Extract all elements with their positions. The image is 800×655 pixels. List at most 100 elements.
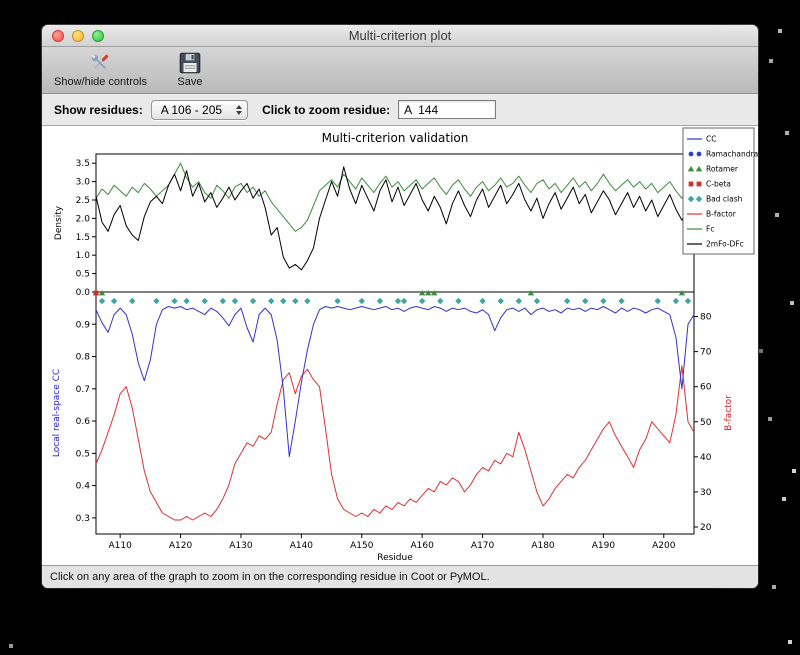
bad-clash-marker	[231, 297, 239, 305]
bad-clash-marker	[358, 297, 365, 305]
plot-title: Multi-criterion validation	[322, 131, 469, 145]
minimize-button[interactable]	[72, 30, 84, 42]
bad-clash-marker	[684, 297, 692, 305]
legend-label: Ramachandran	[706, 150, 758, 159]
rotamer-marker	[678, 289, 686, 296]
zoom-window-button[interactable]	[92, 30, 104, 42]
traffic-lights	[52, 30, 104, 42]
bad-clash-marker	[304, 297, 311, 305]
y-tick-label: 1.0	[76, 251, 91, 261]
y-tick-label: 60	[700, 383, 712, 393]
legend-label: CC	[706, 135, 716, 144]
density-axis-label: Density	[54, 205, 64, 240]
y-tick-label: 0.4	[76, 482, 91, 492]
bad-clash-marker	[497, 297, 504, 305]
bad-clash-marker	[582, 297, 589, 305]
legend-box	[682, 127, 755, 255]
b-factor-line	[95, 365, 695, 521]
bad-clash-marker	[376, 297, 384, 305]
bad-clash-marker	[600, 297, 607, 305]
x-tick-label: A140	[290, 541, 314, 551]
status-bar: Click on any area of the graph to zoom i…	[42, 565, 758, 588]
close-button[interactable]	[52, 30, 64, 42]
x-tick-label: A190	[592, 541, 616, 551]
y-tick-label: 3.0	[76, 178, 91, 188]
c-beta-marker	[93, 290, 99, 296]
bad-clash-marker	[219, 297, 227, 305]
bad-clash-marker	[563, 297, 571, 305]
legend-glyph-Ramachandran	[688, 151, 694, 157]
legend-label: Bad clash	[706, 195, 743, 204]
rotamer-marker	[98, 289, 106, 296]
bad-clash-marker	[280, 297, 287, 305]
app-window: Multi-criterion plot Show/hide controls	[42, 25, 758, 588]
y-tick-label: 30	[700, 488, 712, 498]
controls-row: Show residues: A 106 - 205 Click to zoom…	[42, 94, 758, 126]
legend-label: C-beta	[706, 180, 731, 189]
show-residues-label: Show residues:	[54, 102, 143, 117]
zoom-residue-label: Click to zoom residue:	[262, 102, 391, 117]
bad-clash-marker	[618, 297, 625, 305]
legend-label: 2mFo-DFc	[706, 240, 744, 249]
y-tick-label: 0.3	[76, 514, 90, 524]
y-tick-label: 0.6	[76, 417, 91, 427]
rotamer-marker	[418, 289, 426, 296]
titlebar: Multi-criterion plot	[42, 25, 758, 47]
bad-clash-marker	[515, 297, 523, 305]
bad-clash-marker	[400, 297, 408, 305]
x-tick-label: A170	[471, 541, 495, 551]
x-tick-label: A180	[531, 541, 555, 551]
y-tick-label: 3.5	[76, 159, 90, 169]
legend-glyph-C-beta	[688, 181, 694, 187]
residue-range-value: A 106 - 205	[160, 102, 223, 117]
legend-glyph-C-beta	[696, 181, 702, 187]
x-axis-label: Residue	[377, 553, 413, 563]
y-tick-label: 0.5	[76, 270, 90, 280]
y-tick-label: 0.8	[76, 353, 91, 363]
multi-criterion-plot[interactable]: Multi-criterion validation 0.0 0.5 1.0 1.5 2.…	[42, 126, 758, 565]
y-tick-label: 20	[700, 523, 712, 533]
rotamer-marker	[431, 289, 438, 296]
bad-clash-marker	[418, 297, 426, 305]
show-hide-controls-button[interactable]: Show/hide controls	[50, 49, 151, 89]
y-tick-label: 0.5	[76, 449, 90, 459]
two-mfo-dfc-line	[95, 166, 695, 271]
bad-clash-marker	[533, 297, 541, 305]
bad-clash-marker	[267, 297, 275, 305]
toolbar: Show/hide controls Save	[42, 47, 758, 94]
y-tick-label: 40	[700, 453, 712, 463]
status-text: Click on any area of the graph to zoom i…	[50, 571, 490, 583]
zoom-residue-input[interactable]	[398, 100, 497, 119]
x-tick-label: A120	[169, 541, 193, 551]
residue-range-dropdown[interactable]: A 106 - 205	[150, 99, 249, 120]
y-tick-label: 80	[700, 313, 712, 323]
rotamer-marker	[425, 289, 432, 296]
desktop-background: Multi-criterion plot Show/hide controls	[0, 0, 800, 655]
screen-noise	[0, 0, 2, 2]
y-tick-label: 50	[700, 418, 712, 428]
bad-clash-marker	[672, 297, 680, 305]
y-tick-label: 70	[700, 348, 712, 358]
bad-clash-marker	[654, 297, 661, 305]
x-tick-label: A130	[229, 541, 253, 551]
bad-clash-marker	[110, 297, 118, 305]
b-factor-axis-label: B-factor	[724, 395, 734, 431]
save-icon	[179, 52, 201, 74]
legend-label: B-factor	[706, 210, 737, 219]
x-tick-label: A110	[108, 541, 132, 551]
legend-glyph-Ramachandran	[696, 151, 702, 157]
bad-clash-marker	[153, 297, 160, 305]
bad-clash-marker	[183, 297, 190, 305]
bottom-panel-frame	[95, 291, 695, 535]
bad-clash-marker	[455, 297, 462, 305]
plot-area: Multi-criterion validation 0.0 0.5 1.0 1.5 2.…	[42, 126, 758, 565]
y-tick-label: 0.9	[76, 320, 91, 330]
bad-clash-marker	[98, 297, 106, 305]
y-tick-label: 2.0	[76, 214, 91, 224]
y-tick-label: 0.7	[76, 385, 90, 395]
y-tick-label: 2.5	[76, 196, 90, 206]
save-button[interactable]: Save	[173, 49, 207, 89]
bad-clash-marker	[249, 297, 257, 305]
rotamer-marker	[527, 289, 535, 296]
window-title: Multi-criterion plot	[348, 28, 452, 43]
